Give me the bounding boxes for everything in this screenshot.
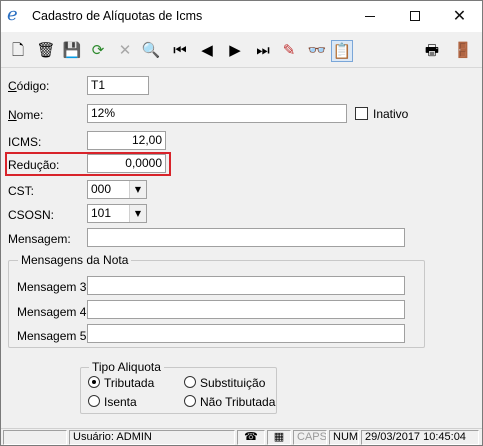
close-button[interactable]: ✕ bbox=[437, 1, 482, 32]
mensagens-nota-title: Mensagens da Nota bbox=[18, 253, 132, 267]
radio-tributada[interactable] bbox=[88, 376, 100, 388]
csosn-select[interactable]: 101 ▼ bbox=[87, 204, 147, 223]
title-bar: e Cadastro de Alíquotas de Icms ✕ bbox=[1, 1, 482, 32]
nome-field[interactable]: 12% bbox=[87, 104, 347, 123]
chevron-down-icon[interactable]: ▼ bbox=[129, 205, 146, 222]
refresh-icon: ⟳ bbox=[91, 41, 105, 59]
last-record-icon: ⏭ bbox=[256, 41, 270, 59]
reducao-field[interactable]: 0,0000 bbox=[87, 154, 166, 173]
main-window: e Cadastro de Alíquotas de Icms ✕ 🗋 🗑 💾 … bbox=[0, 0, 483, 446]
delete-trash-icon: 🗑 bbox=[36, 41, 56, 59]
exit-door-icon: 🚪 bbox=[453, 41, 473, 59]
status-datetime: 29/03/2017 10:45:04 bbox=[361, 430, 479, 445]
cancel-button[interactable]: ✕ bbox=[114, 40, 136, 62]
nome-label: Nome: bbox=[8, 108, 44, 122]
radio-substituicao[interactable] bbox=[184, 376, 196, 388]
codigo-label: Código: bbox=[8, 79, 50, 93]
mensagem5-label: Mensagem 5: bbox=[17, 329, 90, 343]
radio-substituicao-label: Substituição bbox=[200, 376, 266, 390]
mensagem3-label: Mensagem 3: bbox=[17, 280, 90, 294]
radio-nao-tributada-label: Não Tributada bbox=[200, 395, 276, 409]
notes-button[interactable]: 📋 bbox=[331, 40, 353, 62]
status-num: NUM bbox=[329, 430, 359, 445]
mensagem3-field[interactable] bbox=[87, 276, 405, 295]
new-record-button[interactable]: 🗋 bbox=[7, 40, 29, 62]
chevron-down-icon[interactable]: ▼ bbox=[129, 181, 146, 198]
mensagem4-field[interactable] bbox=[87, 300, 405, 319]
toolbar: 🗋 🗑 💾 ⟳ ✕ 🔍 ⏮ ◀ ▶ ⏭ ✎ 👓 📋 🖶 🚪 bbox=[1, 32, 482, 68]
radio-isenta-label: Isenta bbox=[104, 395, 137, 409]
print-icon: 🖶 bbox=[424, 41, 440, 59]
save-disk-icon: 💾 bbox=[62, 41, 82, 59]
cancel-x-icon: ✕ bbox=[118, 41, 132, 59]
new-document-icon: 🗋 bbox=[11, 41, 25, 59]
radio-tributada-label: Tributada bbox=[104, 376, 155, 390]
status-user: Usuário: ADMIN bbox=[69, 430, 235, 445]
tipo-aliquota-title: Tipo Aliquota bbox=[89, 360, 164, 374]
cst-select[interactable]: 000 ▼ bbox=[87, 180, 147, 199]
app-logo-icon: e bbox=[7, 4, 18, 25]
first-record-icon: ⏮ bbox=[173, 41, 187, 59]
notes-icon: 📋 bbox=[332, 42, 352, 60]
radio-nao-tributada[interactable] bbox=[184, 395, 196, 407]
delete-button[interactable]: 🗑 bbox=[35, 40, 57, 62]
search-icon: 🔍 bbox=[141, 41, 161, 59]
maximize-icon bbox=[410, 11, 420, 21]
status-panel-empty bbox=[3, 430, 67, 445]
refresh-button[interactable]: ⟳ bbox=[87, 40, 109, 62]
last-record-button[interactable]: ⏭ bbox=[252, 40, 274, 62]
exit-button[interactable]: 🚪 bbox=[452, 40, 474, 62]
maximize-button[interactable] bbox=[392, 1, 437, 32]
eraser-icon: ✎ bbox=[282, 41, 296, 59]
csosn-label: CSOSN: bbox=[8, 208, 55, 222]
mensagem-label: Mensagem: bbox=[8, 232, 71, 246]
cst-label: CST: bbox=[8, 184, 35, 198]
previous-record-icon: ◀ bbox=[201, 41, 213, 59]
print-button[interactable]: 🖶 bbox=[421, 40, 443, 62]
minimize-icon bbox=[365, 16, 375, 17]
next-record-icon: ▶ bbox=[229, 41, 241, 59]
close-icon: ✕ bbox=[452, 6, 467, 25]
window-title: Cadastro de Alíquotas de Icms bbox=[32, 9, 203, 23]
inativo-label: Inativo bbox=[373, 107, 409, 121]
csosn-value: 101 bbox=[91, 206, 112, 220]
minimize-button[interactable] bbox=[347, 1, 392, 32]
next-record-button[interactable]: ▶ bbox=[224, 40, 246, 62]
status-bar: Usuário: ADMIN ☎ ▦ CAPS NUM 29/03/2017 1… bbox=[1, 428, 482, 445]
mensagem-field[interactable] bbox=[87, 228, 405, 247]
search-button[interactable]: 🔍 bbox=[140, 40, 162, 62]
icms-field[interactable]: 12,00 bbox=[87, 131, 166, 150]
reducao-label: Redução: bbox=[8, 158, 60, 172]
radio-isenta[interactable] bbox=[88, 395, 100, 407]
find-button[interactable]: 👓 bbox=[306, 40, 328, 62]
binoculars-icon: 👓 bbox=[307, 41, 327, 59]
icms-label: ICMS: bbox=[8, 135, 42, 149]
inativo-checkbox[interactable] bbox=[355, 107, 368, 120]
mensagem5-field[interactable] bbox=[87, 324, 405, 343]
previous-record-button[interactable]: ◀ bbox=[196, 40, 218, 62]
phone-icon[interactable]: ☎ bbox=[237, 430, 265, 445]
codigo-field[interactable]: T1 bbox=[87, 76, 149, 95]
clear-button[interactable]: ✎ bbox=[278, 40, 300, 62]
save-button[interactable]: 💾 bbox=[61, 40, 83, 62]
calculator-icon[interactable]: ▦ bbox=[267, 430, 291, 445]
mensagem4-label: Mensagem 4: bbox=[17, 305, 90, 319]
status-caps: CAPS bbox=[293, 430, 327, 445]
first-record-button[interactable]: ⏮ bbox=[169, 40, 191, 62]
cst-value: 000 bbox=[91, 182, 112, 196]
